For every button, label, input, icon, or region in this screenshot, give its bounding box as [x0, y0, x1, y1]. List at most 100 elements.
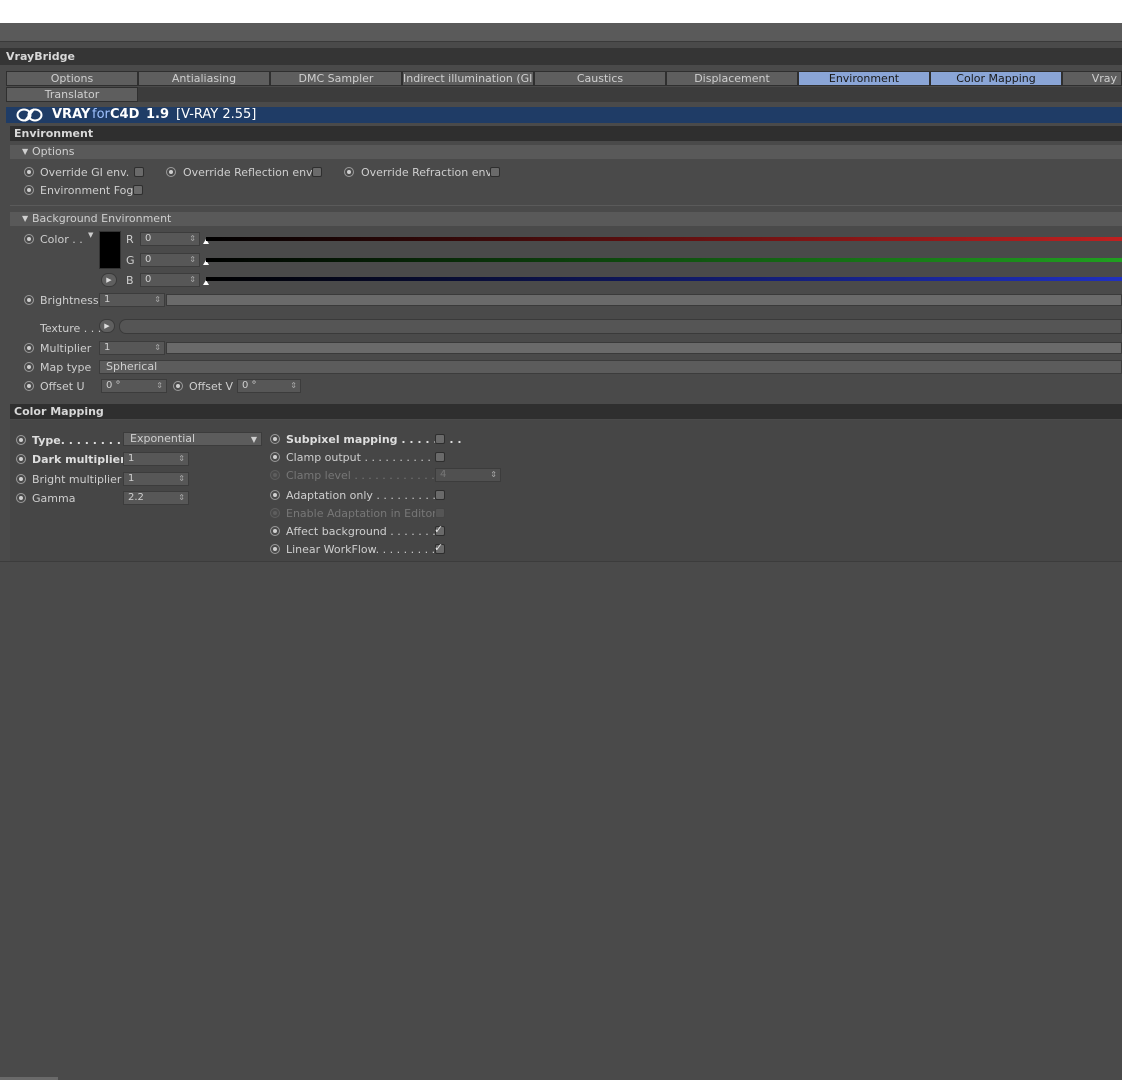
tab-displacement[interactable]: Displacement: [666, 71, 798, 86]
map-type-dropdown[interactable]: Spherical: [99, 360, 1122, 374]
logo-c4d-text: C4D: [110, 107, 140, 122]
clamp-level-label: Clamp level . . . . . . . . . . . . . .: [286, 469, 449, 482]
subpixel-mapping-animate-toggle[interactable]: [270, 434, 280, 444]
tab-translator[interactable]: Translator: [6, 87, 138, 102]
type-dropdown[interactable]: Exponential ▼: [123, 432, 262, 446]
enable-adaptation-label: Enable Adaptation in Editor: [286, 507, 437, 520]
gamma-label: Gamma: [32, 492, 76, 505]
map-type-label: Map type: [40, 361, 92, 374]
r-label: R: [126, 233, 134, 246]
b-label: B: [126, 274, 134, 287]
g-label: G: [126, 254, 135, 267]
group-background-title: Background Environment: [32, 212, 172, 225]
tab-caustics[interactable]: Caustics: [534, 71, 666, 86]
version-text: 1.9: [146, 107, 170, 122]
offset-v-field[interactable]: 0 °: [237, 379, 301, 393]
color-swatch[interactable]: [99, 231, 121, 269]
group-background-header[interactable]: ▼ Background Environment: [10, 212, 1122, 226]
affect-background-label: Affect background . . . . . . . .: [286, 525, 443, 538]
color-label: Color . .: [40, 233, 83, 246]
group-options-header[interactable]: ▼ Options: [10, 145, 1122, 159]
offset-u-label: Offset U: [40, 380, 85, 393]
vray-banner: VRAY for C4D 1.9 [V-RAY 2.55]: [6, 107, 1122, 123]
adaptation-only-checkbox[interactable]: [435, 490, 445, 500]
linear-workflow-animate-toggle[interactable]: [270, 544, 280, 554]
bright-multiplier-label: Bright multiplier: [32, 473, 122, 486]
offset-u-animate-toggle[interactable]: [24, 381, 34, 391]
tab-vray[interactable]: Vray: [1062, 71, 1122, 86]
override-reflection-checkbox[interactable]: [312, 167, 322, 177]
tab-row-filler: [138, 87, 1122, 102]
checkmark-icon: ✓: [434, 523, 444, 536]
enable-adaptation-animate-toggle: [270, 508, 280, 518]
tab-antialiasing[interactable]: Antialiasing: [138, 71, 270, 86]
override-reflection-label: Override Reflection env.: [183, 166, 316, 179]
logo-vray-text: VRAY: [52, 107, 91, 122]
map-type-animate-toggle[interactable]: [24, 362, 34, 372]
override-gi-checkbox[interactable]: [134, 167, 144, 177]
color-play-button[interactable]: ▶: [101, 273, 117, 287]
override-refraction-checkbox[interactable]: [490, 167, 500, 177]
brightness-animate-toggle[interactable]: [24, 295, 34, 305]
b-channel-slider[interactable]: [206, 277, 1122, 281]
gamma-field[interactable]: 2.2: [123, 491, 189, 505]
clamp-output-checkbox[interactable]: [435, 452, 445, 462]
brightness-label: Brightness: [40, 294, 99, 307]
divider: [0, 561, 1122, 562]
adaptation-only-label: Adaptation only . . . . . . . . . .: [286, 489, 443, 502]
bright-multiplier-animate-toggle[interactable]: [16, 474, 26, 484]
tab-environment[interactable]: Environment: [798, 71, 930, 86]
clamp-level-field: 4: [435, 468, 501, 482]
affect-background-animate-toggle[interactable]: [270, 526, 280, 536]
section-environment[interactable]: Environment: [10, 126, 1122, 141]
offset-v-animate-toggle[interactable]: [173, 381, 183, 391]
texture-label: Texture . . .: [40, 322, 102, 335]
multiplier-field[interactable]: 1: [99, 341, 165, 355]
override-refraction-label: Override Refraction env.: [361, 166, 495, 179]
b-value-field[interactable]: 0: [140, 273, 200, 287]
group-options-title: Options: [32, 145, 75, 158]
dark-multiplier-animate-toggle[interactable]: [16, 454, 26, 464]
type-label: Type. . . . . . . . . .: [32, 434, 137, 447]
triangle-down-icon[interactable]: ▼: [88, 231, 93, 239]
subpixel-mapping-checkbox[interactable]: [435, 434, 445, 444]
chevron-down-icon: ▼: [250, 435, 257, 444]
clamp-output-animate-toggle[interactable]: [270, 452, 280, 462]
offset-u-field[interactable]: 0 °: [101, 379, 167, 393]
color-animate-toggle[interactable]: [24, 234, 34, 244]
logo-for-text: for: [92, 107, 110, 122]
enable-adaptation-checkbox: [435, 508, 445, 518]
checkmark-icon: ✓: [434, 541, 444, 554]
brightness-slider[interactable]: [166, 294, 1122, 306]
clamp-output-label: Clamp output . . . . . . . . . . . .: [286, 451, 445, 464]
vray-logo-icon: [16, 108, 44, 122]
tab-options[interactable]: Options: [6, 71, 138, 86]
brightness-field[interactable]: 1: [99, 293, 165, 307]
multiplier-animate-toggle[interactable]: [24, 343, 34, 353]
texture-play-button[interactable]: ▶: [99, 319, 115, 333]
g-channel-slider[interactable]: [206, 258, 1122, 262]
override-refraction-animate-toggle[interactable]: [344, 167, 354, 177]
texture-link-field[interactable]: [119, 319, 1122, 334]
r-value-field[interactable]: 0: [140, 232, 200, 246]
gamma-animate-toggle[interactable]: [16, 493, 26, 503]
tab-color-mapping[interactable]: Color Mapping: [930, 71, 1062, 86]
g-value-field[interactable]: 0: [140, 253, 200, 267]
window-title: VrayBridge: [0, 48, 1122, 65]
divider: [10, 205, 1122, 206]
type-animate-toggle[interactable]: [16, 435, 26, 445]
bright-multiplier-field[interactable]: 1: [123, 472, 189, 486]
override-reflection-animate-toggle[interactable]: [166, 167, 176, 177]
triangle-down-icon: ▼: [22, 214, 29, 223]
dark-multiplier-field[interactable]: 1: [123, 452, 189, 466]
adaptation-only-animate-toggle[interactable]: [270, 490, 280, 500]
environment-fog-animate-toggle[interactable]: [24, 185, 34, 195]
environment-fog-checkbox[interactable]: [133, 185, 143, 195]
multiplier-slider[interactable]: [166, 342, 1122, 354]
override-gi-animate-toggle[interactable]: [24, 167, 34, 177]
section-color-mapping[interactable]: Color Mapping: [10, 404, 1122, 419]
tab-indirect-illumination[interactable]: Indirect illumination (GI): [402, 71, 534, 86]
tab-dmc-sampler[interactable]: DMC Sampler: [270, 71, 402, 86]
type-value: Exponential: [130, 432, 196, 445]
r-channel-slider[interactable]: [206, 237, 1122, 241]
